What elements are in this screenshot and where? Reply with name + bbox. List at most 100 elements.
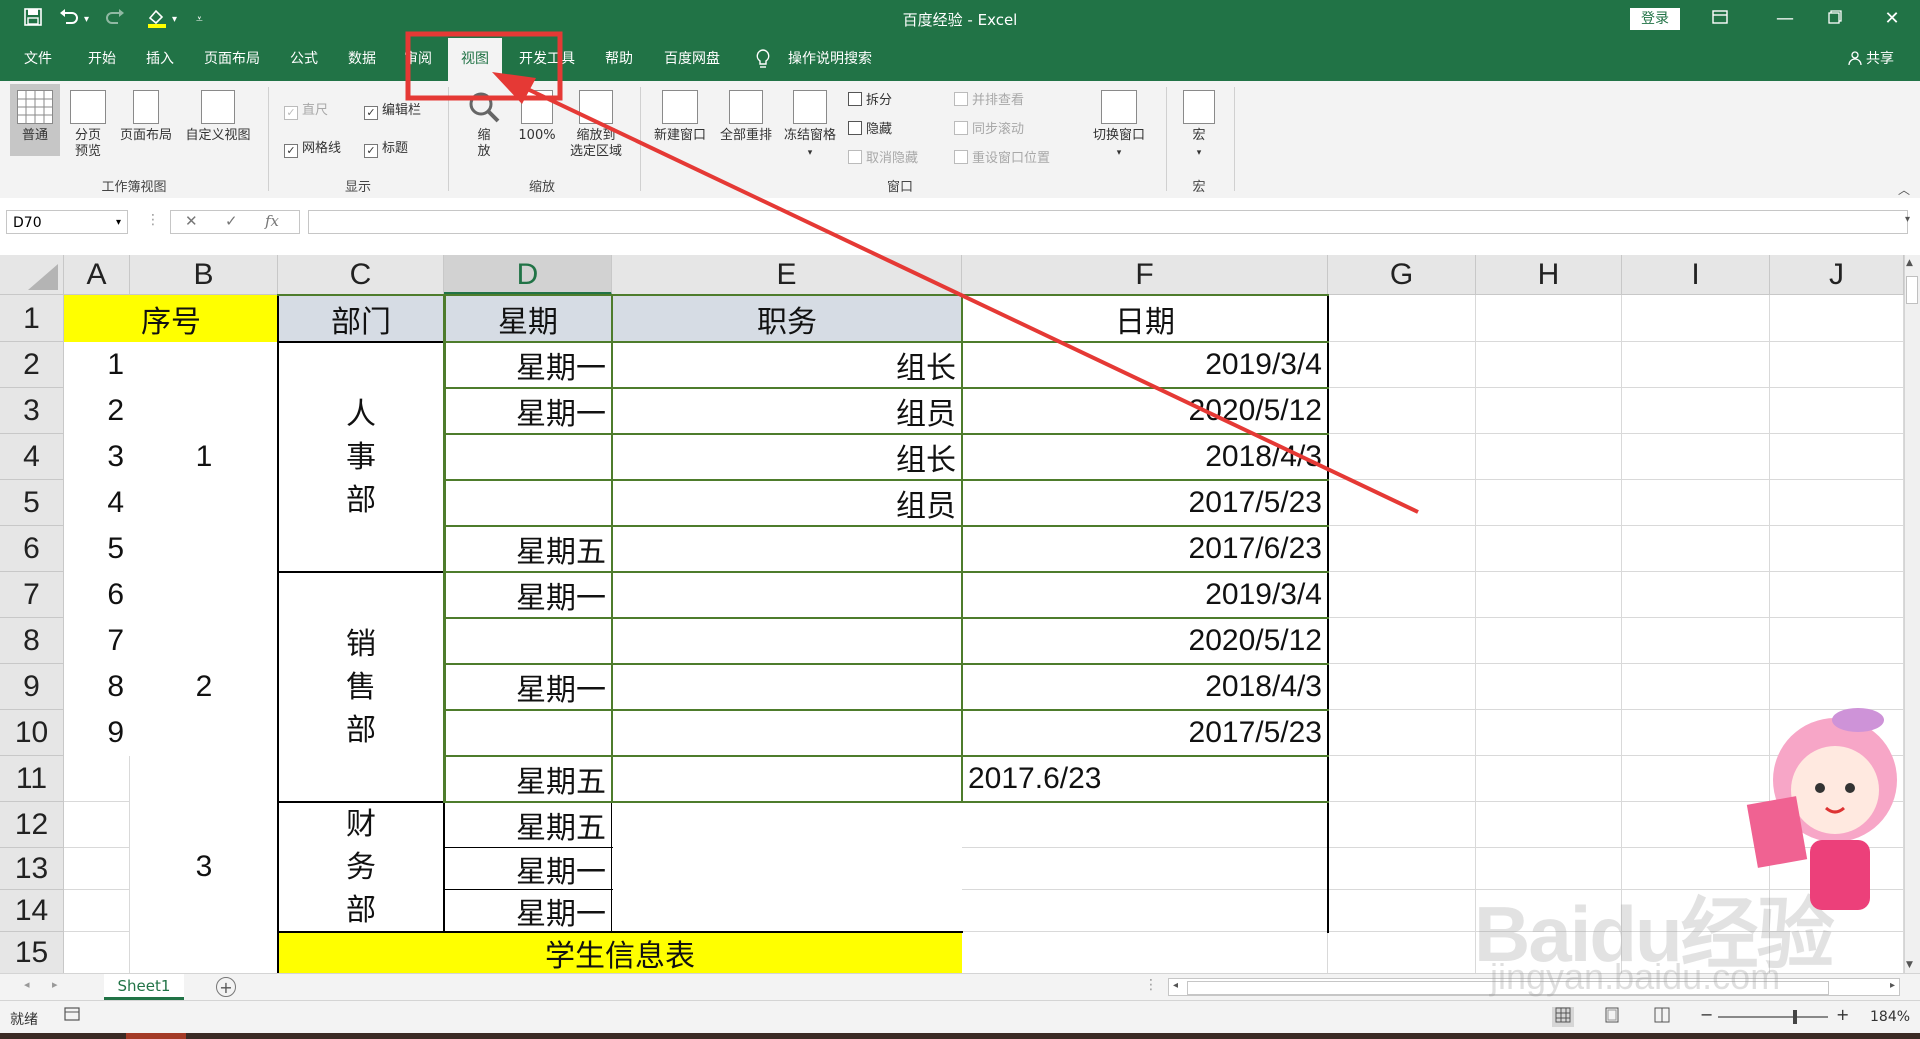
- cell-a[interactable]: 8: [64, 664, 130, 710]
- cell-e[interactable]: [612, 710, 962, 756]
- collapse-ribbon-icon[interactable]: ︿: [1898, 181, 1910, 198]
- cell-d[interactable]: 星期一: [444, 572, 612, 618]
- tab-formulas[interactable]: 公式: [282, 38, 326, 81]
- cell-d[interactable]: 星期一: [444, 848, 612, 890]
- page-break-status-icon[interactable]: [1654, 1007, 1670, 1027]
- row-header-11[interactable]: 11: [0, 756, 64, 802]
- cell-d[interactable]: [444, 434, 612, 480]
- scroll-left-icon[interactable]: ◂: [24, 978, 30, 991]
- row-header-1[interactable]: 1: [0, 295, 64, 342]
- cell-e[interactable]: [612, 618, 962, 664]
- cell-b-merged[interactable]: 2: [130, 572, 278, 802]
- cell-f[interactable]: 2020/5/12: [962, 618, 1328, 664]
- cell-a[interactable]: 2: [64, 388, 130, 434]
- formula-input[interactable]: [308, 210, 1908, 234]
- split-button[interactable]: 拆分: [848, 89, 892, 108]
- row-header-6[interactable]: 6: [0, 526, 64, 572]
- tab-insert[interactable]: 插入: [138, 38, 182, 81]
- macros-button[interactable]: 宏 ▾: [1176, 90, 1222, 161]
- custom-views-button[interactable]: 自定义视图: [180, 90, 256, 144]
- minimize-icon[interactable]: —: [1765, 6, 1805, 32]
- zoom-out-icon[interactable]: −: [1700, 1005, 1713, 1024]
- cell-e[interactable]: 组员: [612, 480, 962, 526]
- cell-department-merged[interactable]: 财务部: [278, 802, 444, 932]
- name-box[interactable]: D70 ▾: [6, 210, 128, 234]
- cell-d[interactable]: 星期一: [444, 890, 612, 932]
- cell-e[interactable]: 组长: [612, 434, 962, 480]
- normal-view-status-icon[interactable]: [1552, 1007, 1574, 1027]
- scroll-right-icon[interactable]: ▸: [52, 978, 58, 991]
- cell-e[interactable]: [612, 664, 962, 710]
- cell-f[interactable]: 2018/4/3: [962, 664, 1328, 710]
- cell-a[interactable]: 6: [64, 572, 130, 618]
- cell-e[interactable]: 组长: [612, 342, 962, 388]
- share-button[interactable]: 共享: [1847, 38, 1894, 81]
- cell-f[interactable]: 2019/3/4: [962, 572, 1328, 618]
- add-sheet-icon[interactable]: +: [216, 977, 236, 997]
- side-by-side-button[interactable]: 并排查看: [954, 89, 1024, 108]
- cell-footer-title[interactable]: 学生信息表: [278, 932, 962, 974]
- zoom-button[interactable]: 缩 放: [462, 90, 506, 160]
- row-header-4[interactable]: 4: [0, 434, 64, 480]
- row-header-14[interactable]: 14: [0, 890, 64, 932]
- scroll-down-icon[interactable]: ▼: [1906, 960, 1913, 970]
- cell-a[interactable]: 3: [64, 434, 130, 480]
- cell-e[interactable]: [612, 572, 962, 618]
- column-header-b[interactable]: B: [130, 255, 278, 295]
- expand-formula-bar-icon[interactable]: ▾: [1905, 214, 1910, 225]
- new-window-button[interactable]: 新建窗口: [648, 90, 712, 144]
- login-button[interactable]: 登录: [1630, 8, 1680, 30]
- split-handle-icon[interactable]: ⋮: [1144, 977, 1158, 993]
- tab-developer[interactable]: 开发工具: [512, 38, 582, 81]
- arrange-all-button[interactable]: 全部重排: [714, 90, 778, 144]
- cancel-icon[interactable]: ✕: [185, 212, 198, 230]
- row-header-5[interactable]: 5: [0, 480, 64, 526]
- column-header-c[interactable]: C: [278, 255, 444, 295]
- lightbulb-icon[interactable]: [748, 38, 778, 81]
- cell-b-merged[interactable]: 3: [130, 802, 278, 932]
- cell-a[interactable]: 4: [64, 480, 130, 526]
- reset-window-position-button[interactable]: 重设窗口位置: [954, 147, 1050, 166]
- close-icon[interactable]: ✕: [1872, 6, 1912, 32]
- cell-e[interactable]: [612, 848, 962, 890]
- column-header-a[interactable]: A: [64, 255, 130, 295]
- cell-f11[interactable]: 2017.6/23: [962, 756, 1328, 802]
- row-header-13[interactable]: 13: [0, 848, 64, 890]
- column-header-j[interactable]: J: [1770, 255, 1904, 295]
- tab-home[interactable]: 开始: [80, 38, 124, 81]
- row-header-3[interactable]: 3: [0, 388, 64, 434]
- cell-d[interactable]: [444, 618, 612, 664]
- switch-windows-button[interactable]: 切换窗口 ▾: [1086, 90, 1152, 161]
- cell-department-merged[interactable]: 销售部: [278, 572, 444, 802]
- tab-data[interactable]: 数据: [340, 38, 384, 81]
- cell-a[interactable]: 1: [64, 342, 130, 388]
- row-header-10[interactable]: 10: [0, 710, 64, 756]
- normal-view-button[interactable]: 普通: [10, 84, 60, 156]
- column-header-d[interactable]: D: [444, 255, 612, 295]
- row-header-7[interactable]: 7: [0, 572, 64, 618]
- tab-baidu-netdisk[interactable]: 百度网盘: [656, 38, 728, 81]
- ruler-checkbox[interactable]: ✓ 直尺: [284, 99, 328, 120]
- tab-page-layout[interactable]: 页面布局: [196, 38, 268, 81]
- header-cell-date[interactable]: 日期: [962, 295, 1328, 342]
- tab-review[interactable]: 审阅: [396, 38, 440, 81]
- header-cell-position[interactable]: 职务: [612, 295, 962, 342]
- column-header-i[interactable]: I: [1622, 255, 1770, 295]
- zoom-in-icon[interactable]: +: [1836, 1005, 1849, 1024]
- scrollbar-thumb[interactable]: [1906, 276, 1918, 304]
- zoom-to-selection-button[interactable]: 缩放到 选定区域: [564, 90, 628, 160]
- column-header-h[interactable]: H: [1476, 255, 1622, 295]
- cell-d[interactable]: 星期五: [444, 802, 612, 848]
- header-cell-department[interactable]: 部门: [278, 295, 444, 342]
- header-cell-serial[interactable]: 序号: [64, 295, 278, 342]
- page-layout-status-icon[interactable]: [1604, 1007, 1620, 1027]
- cell-a[interactable]: 7: [64, 618, 130, 664]
- tab-file[interactable]: 文件: [16, 38, 60, 81]
- restore-icon[interactable]: [1815, 6, 1855, 32]
- column-header-g[interactable]: G: [1328, 255, 1476, 295]
- cell-d[interactable]: 星期五: [444, 756, 612, 802]
- ribbon-display-icon[interactable]: [1700, 6, 1740, 32]
- row-header-9[interactable]: 9: [0, 664, 64, 710]
- cell-d[interactable]: 星期一: [444, 388, 612, 434]
- cell-d[interactable]: 星期一: [444, 342, 612, 388]
